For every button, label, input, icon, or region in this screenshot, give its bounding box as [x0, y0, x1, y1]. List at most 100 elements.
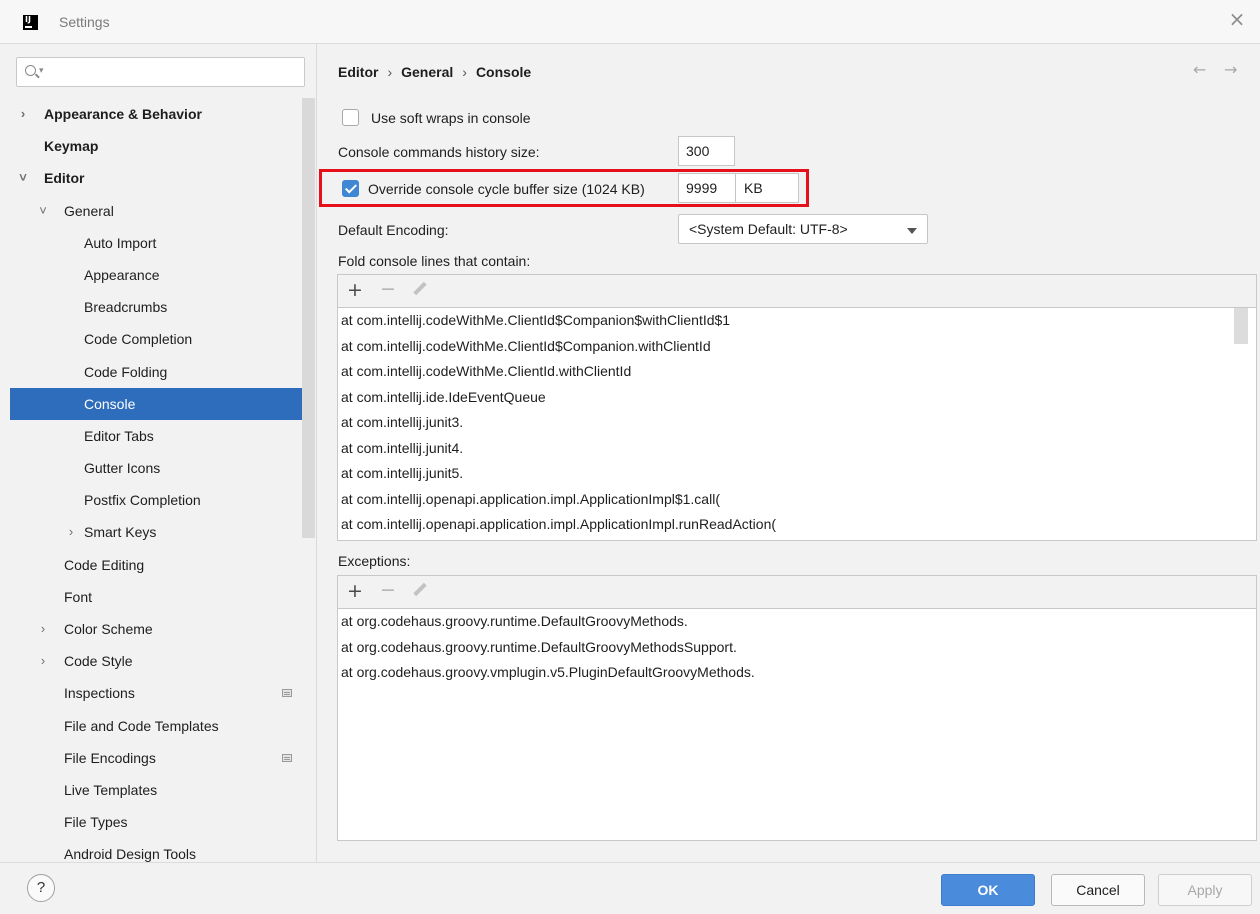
sidebar-item[interactable]: › Appearance & Behavior — [10, 98, 302, 130]
fold-line-row[interactable]: at com.intellij.junit4. — [338, 436, 1256, 462]
edit-pencil-icon[interactable] — [413, 282, 427, 296]
sidebar-item[interactable]: Auto Import — [10, 227, 302, 259]
default-encoding-select[interactable]: <System Default: UTF-8> — [678, 214, 928, 244]
chevron-right-icon[interactable]: › — [64, 516, 78, 548]
exceptions-panel: + − at org.codehaus.groovy.runtime.Defau… — [337, 575, 1257, 841]
sidebar-item-label: Inspections — [64, 685, 135, 702]
breadcrumb: Editor › General › Console — [338, 64, 531, 80]
sidebar-item[interactable]: › Color Scheme — [10, 613, 302, 645]
sidebar-item[interactable]: Breadcrumbs — [10, 291, 302, 323]
breadcrumb-general[interactable]: General — [401, 64, 453, 80]
sidebar-item[interactable]: Code Completion — [10, 323, 302, 355]
back-arrow-icon[interactable]: ← — [1193, 60, 1206, 79]
search-icon — [25, 65, 36, 76]
project-scope-icon — [282, 689, 292, 698]
ok-button[interactable]: OK — [941, 874, 1035, 906]
remove-icon[interactable]: − — [380, 579, 396, 601]
chevron-down-icon[interactable]: ˅ — [36, 195, 50, 227]
override-buffer-label[interactable]: Override console cycle buffer size (1024… — [368, 181, 645, 197]
sidebar-item[interactable]: Inspections — [10, 677, 302, 709]
sidebar-item[interactable]: Editor Tabs — [10, 420, 302, 452]
sidebar-item[interactable]: File and Code Templates — [10, 710, 302, 742]
sidebar-item-label: Appearance — [84, 266, 160, 283]
exception-row[interactable]: at org.codehaus.groovy.runtime.DefaultGr… — [338, 635, 1256, 661]
cancel-button[interactable]: Cancel — [1051, 874, 1145, 906]
soft-wraps-label[interactable]: Use soft wraps in console — [371, 110, 531, 126]
breadcrumb-editor[interactable]: Editor — [338, 64, 378, 80]
sidebar-item-label: General — [64, 202, 114, 219]
remove-icon[interactable]: − — [380, 278, 396, 300]
sidebar-item-label: Code Completion — [84, 331, 193, 348]
sidebar-item-label: Color Scheme — [64, 621, 153, 637]
exception-row[interactable]: at org.codehaus.groovy.vmplugin.v5.Plugi… — [338, 660, 1256, 686]
sidebar-item[interactable]: Code Folding — [10, 356, 302, 388]
sidebar-item[interactable]: Live Templates — [10, 774, 302, 806]
history-size-field[interactable]: 300 — [678, 136, 735, 166]
sidebar-item[interactable]: Postfix Completion — [10, 484, 302, 516]
add-icon[interactable]: + — [347, 279, 363, 301]
add-icon[interactable]: + — [347, 580, 363, 602]
forward-arrow-icon[interactable]: → — [1224, 60, 1237, 79]
sidebar-item[interactable]: Font — [10, 581, 302, 613]
sidebar-item[interactable]: File Types — [10, 806, 302, 838]
help-button[interactable]: ? — [27, 874, 55, 902]
sidebar-item-label: File Encodings — [64, 749, 156, 766]
sidebar-item-label: Code Editing — [64, 556, 145, 573]
sidebar-item[interactable]: › Code Style — [10, 645, 302, 677]
sidebar-item-label: Appearance & Behavior — [44, 106, 202, 122]
edit-pencil-icon[interactable] — [413, 583, 427, 597]
sidebar-item-label: Code Folding — [84, 363, 168, 380]
close-icon[interactable]: × — [1228, 9, 1246, 29]
console-settings-panel: Editor › General › Console ← → Use soft wrap… — [317, 44, 1260, 862]
search-box[interactable]: ▾ — [16, 57, 305, 87]
chevron-down-icon[interactable]: ˅ — [16, 162, 30, 194]
fold-line-row[interactable]: at com.intellij.junit5. — [338, 461, 1256, 487]
fold-lines-list: at com.intellij.codeWithMe.ClientId$Comp… — [338, 308, 1256, 540]
fold-line-row[interactable]: at com.intellij.openapi.application.impl… — [338, 487, 1256, 513]
fold-line-row[interactable]: at com.intellij.codeWithMe.ClientId.with… — [338, 359, 1256, 385]
chevron-right-icon[interactable]: › — [36, 613, 50, 645]
fold-list-scrollbar-thumb[interactable] — [1234, 308, 1248, 344]
sidebar-item-label: Editor Tabs — [84, 427, 154, 444]
settings-sidebar: ▾ › Appearance & Behavior Keymap ˅ Editor ˅ Ge… — [10, 44, 316, 862]
breadcrumb-separator: › — [387, 64, 393, 80]
exception-row[interactable]: at org.codehaus.groovy.runtime.DefaultGr… — [338, 609, 1256, 635]
sidebar-item-label: Breadcrumbs — [84, 299, 168, 316]
breadcrumb-console: Console — [475, 64, 532, 80]
override-buffer-checkbox[interactable] — [342, 180, 359, 197]
fold-line-row[interactable]: at com.intellij.junit3. — [338, 410, 1256, 436]
fold-line-row[interactable]: at com.intellij.openapi.application.impl… — [338, 512, 1256, 538]
default-encoding-value: <System Default: UTF-8> — [689, 221, 848, 237]
fold-line-row[interactable]: at com.intellij.ide.IdeEventQueue — [338, 385, 1256, 411]
sidebar-item-label: Editor — [44, 170, 85, 187]
buffer-size-field[interactable]: 9999 — [678, 173, 736, 203]
sidebar-scrollbar-thumb[interactable] — [302, 98, 315, 538]
chevron-right-icon[interactable]: › — [36, 645, 50, 677]
fold-line-row[interactable]: at com.intellij.codeWithMe.ClientId$Comp… — [338, 308, 1256, 334]
sidebar-item-label: Code Style — [64, 653, 133, 670]
search-options-caret-icon[interactable]: ▾ — [39, 65, 44, 76]
sidebar-item-label: File Types — [64, 814, 128, 831]
sidebar-item[interactable]: Code Editing — [10, 549, 302, 581]
exceptions-toolbar: + − — [338, 576, 1256, 609]
sidebar-item-label: Gutter Icons — [84, 460, 161, 477]
window-title: Settings — [59, 14, 110, 30]
sidebar-item[interactable]: Console — [10, 387, 302, 420]
buffer-size-unit: KB — [735, 173, 799, 203]
sidebar-item[interactable]: › Smart Keys — [10, 516, 302, 548]
breadcrumb-separator: › — [462, 64, 467, 80]
fold-line-row[interactable]: at com.intellij.codeWithMe.ClientId$Comp… — [338, 334, 1256, 360]
search-input[interactable] — [47, 60, 297, 84]
sidebar-item[interactable]: File Encodings — [10, 742, 302, 774]
apply-button[interactable]: Apply — [1158, 874, 1252, 906]
sidebar-item[interactable]: Appearance — [10, 259, 302, 291]
soft-wraps-checkbox[interactable] — [342, 109, 359, 126]
fold-lines-toolbar: + − — [338, 275, 1256, 308]
intellij-logo-icon: IJ — [23, 15, 38, 30]
sidebar-item[interactable]: ˅ General — [10, 195, 302, 227]
sidebar-item[interactable]: Gutter Icons — [10, 452, 302, 484]
sidebar-item[interactable]: Keymap — [10, 130, 302, 162]
sidebar-item-label: Live Templates — [64, 781, 158, 798]
chevron-right-icon[interactable]: › — [16, 98, 30, 130]
sidebar-item[interactable]: ˅ Editor — [10, 162, 302, 194]
